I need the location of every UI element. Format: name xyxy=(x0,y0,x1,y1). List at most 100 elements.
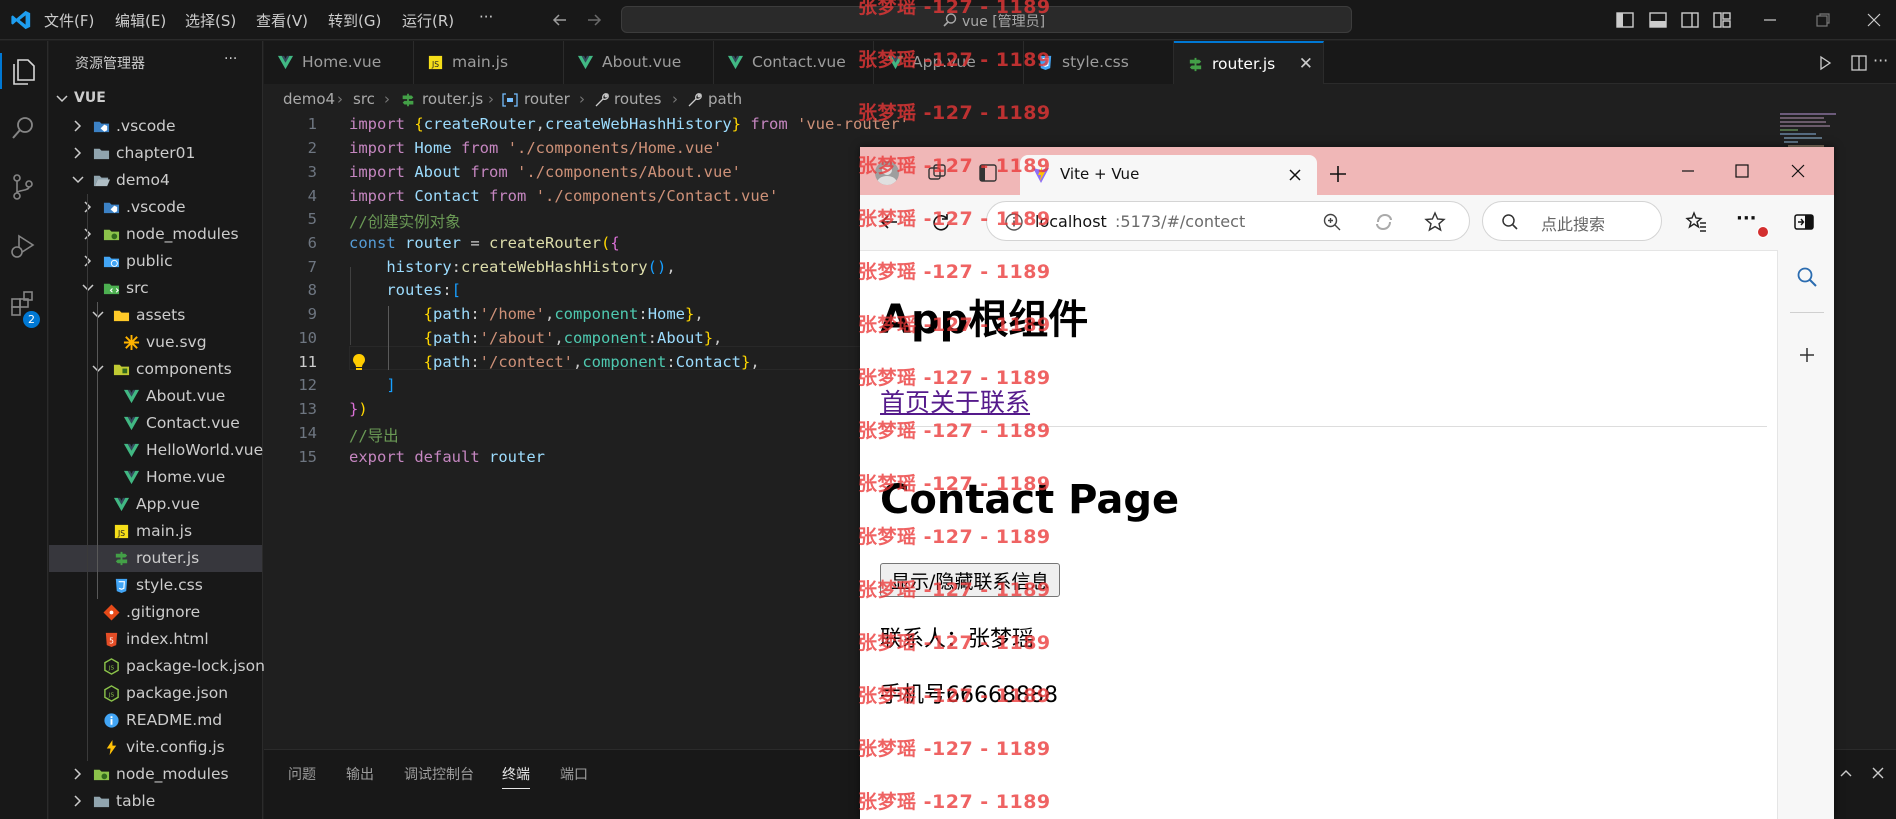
tab-router-js[interactable]: router.js ✕ xyxy=(1174,41,1324,84)
tree-item-gitignore[interactable]: .gitignore xyxy=(49,599,262,626)
customize-layout-icon[interactable] xyxy=(1712,10,1732,30)
favorite-star-icon[interactable] xyxy=(1424,211,1446,233)
tree-item-package-json[interactable]: JS package.json xyxy=(49,680,262,707)
favorites-icon[interactable] xyxy=(1685,211,1707,233)
menu-run[interactable]: 运行(R) xyxy=(402,10,454,31)
tree-item-root-node-modules[interactable]: node_modules xyxy=(49,761,262,788)
tree-item-vue-svg[interactable]: vue.svg xyxy=(49,329,262,356)
search-view-icon[interactable] xyxy=(8,113,38,143)
close-tab-icon[interactable] xyxy=(1288,168,1302,182)
menu-edit[interactable]: 编辑(E) xyxy=(115,10,166,31)
search-placeholder: 点此搜索 xyxy=(1541,215,1606,234)
tree-item-demo4[interactable]: demo4 xyxy=(49,167,262,194)
menu-view[interactable]: 查看(V) xyxy=(256,10,308,31)
svg-text:JS: JS xyxy=(108,665,115,671)
tree-item-chapter01[interactable]: chapter01 xyxy=(49,140,262,167)
tree-item-vite-config-js[interactable]: vite.config.js xyxy=(49,734,262,761)
panel-tab-problems[interactable]: 问题 xyxy=(288,764,316,784)
menu-file[interactable]: 文件(F) xyxy=(44,10,94,31)
vue-file-icon xyxy=(123,416,140,431)
menu-goto[interactable]: 转到(G) xyxy=(328,10,381,31)
panel-tab-terminal[interactable]: 终端 xyxy=(502,764,530,789)
html-file-icon: 5 xyxy=(105,632,118,648)
tree-item-vscode[interactable]: .vscode xyxy=(49,113,262,140)
split-editor-icon[interactable] xyxy=(1850,54,1868,72)
tree-item-home-vue[interactable]: Home.vue xyxy=(49,464,262,491)
watermark-text: 张梦瑶 -127 - 1189 xyxy=(858,791,1051,813)
toggle-panel-icon[interactable] xyxy=(1648,10,1668,30)
forward-arrow-icon[interactable] xyxy=(585,11,603,29)
menu-selection[interactable]: 选择(S) xyxy=(185,10,236,31)
tree-item-node-modules[interactable]: node_modules xyxy=(49,221,262,248)
tree-item-style-css[interactable]: style.css xyxy=(49,572,262,599)
tree-root-vue[interactable]: VUE xyxy=(49,86,262,113)
tree-item-table[interactable]: table xyxy=(49,788,262,815)
menu-more[interactable]: ··· xyxy=(479,8,493,26)
tree-item-main-js[interactable]: JS main.js xyxy=(49,518,262,545)
tree-item-public[interactable]: public xyxy=(49,248,262,275)
editor-more-icon[interactable]: ··· xyxy=(1873,51,1888,70)
browser-tab-active[interactable]: Vite + Vue xyxy=(1020,155,1317,195)
breadcrumb-router-js[interactable]: router.js xyxy=(422,90,483,108)
restore-icon[interactable] xyxy=(1815,12,1831,28)
tree-item-router-js[interactable]: router.js xyxy=(49,545,262,572)
tab-main-js[interactable]: JS main.js xyxy=(414,41,564,84)
maximize-icon[interactable] xyxy=(1734,163,1750,179)
tree-item-demo4-vscode[interactable]: .vscode xyxy=(49,194,262,221)
breadcrumb-separator: › xyxy=(672,90,678,108)
sidebar-toggle-icon[interactable] xyxy=(1793,211,1815,233)
zoom-icon[interactable] xyxy=(1322,212,1342,232)
search-icon[interactable] xyxy=(1796,266,1818,288)
close-window-icon[interactable] xyxy=(1790,163,1806,179)
run-file-icon[interactable] xyxy=(1817,55,1833,71)
back-arrow-icon[interactable] xyxy=(551,11,569,29)
browser-search-box[interactable]: 点此搜索 xyxy=(1482,201,1662,241)
read-aloud-icon[interactable] xyxy=(1374,212,1394,232)
code-line-8: routes:[ xyxy=(386,281,462,299)
close-tab-icon[interactable]: ✕ xyxy=(1299,54,1313,74)
line-number: 13 xyxy=(298,400,317,418)
breadcrumb-routes[interactable]: routes xyxy=(614,90,661,108)
toggle-primary-sidebar-icon[interactable] xyxy=(1615,10,1635,30)
source-control-icon[interactable] xyxy=(8,172,38,202)
breadcrumb-router[interactable]: router xyxy=(524,90,570,108)
tree-item-contact-vue[interactable]: Contact.vue xyxy=(49,410,262,437)
vue-file-icon xyxy=(123,443,140,458)
add-icon[interactable] xyxy=(1797,345,1817,365)
tree-item-readme-md[interactable]: README.md xyxy=(49,707,262,734)
run-debug-icon[interactable] xyxy=(8,230,38,260)
tree-item-about-vue[interactable]: About.vue xyxy=(49,383,262,410)
tree-item-app-vue[interactable]: App.vue xyxy=(49,491,262,518)
panel-tab-ports[interactable]: 端口 xyxy=(560,764,588,784)
tab-home-vue[interactable]: Home.vue xyxy=(264,41,414,84)
explorer-more-button[interactable]: ··· xyxy=(224,51,237,67)
tab-about-vue[interactable]: About.vue xyxy=(564,41,714,84)
node-folder-icon xyxy=(93,769,110,781)
settings-more-icon[interactable]: ··· xyxy=(1736,208,1757,229)
tab-contact-vue[interactable]: Contact.vue xyxy=(714,41,874,84)
code-line-4: import Contact from './components/Contac… xyxy=(349,187,779,205)
address-bar[interactable]: localhost :5173/#/contect xyxy=(986,201,1470,241)
tree-item-assets[interactable]: assets xyxy=(49,302,262,329)
explorer-icon[interactable] xyxy=(8,56,38,86)
breadcrumb-demo4[interactable]: demo4 xyxy=(283,90,335,108)
close-window-icon[interactable] xyxy=(1866,12,1882,28)
watermark-text: 张梦瑶 -127 - 1189 xyxy=(858,420,1051,442)
tree-item-index-html[interactable]: 5 index.html xyxy=(49,626,262,653)
css-file-icon xyxy=(115,578,128,594)
tree-item-src[interactable]: src xyxy=(49,275,262,302)
panel-tab-output[interactable]: 输出 xyxy=(346,764,374,784)
minimize-icon[interactable] xyxy=(1680,163,1696,179)
tree-item-package-lock-json[interactable]: JS package-lock.json xyxy=(49,653,265,680)
tree-item-helloworld-vue[interactable]: HelloWorld.vue xyxy=(49,437,263,464)
new-tab-icon[interactable] xyxy=(1328,164,1348,184)
close-panel-icon[interactable] xyxy=(1870,765,1886,781)
minimize-icon[interactable] xyxy=(1762,12,1778,28)
chevron-up-icon[interactable] xyxy=(1838,765,1854,781)
panel-tab-debug-console[interactable]: 调试控制台 xyxy=(404,764,474,784)
toggle-secondary-sidebar-icon[interactable] xyxy=(1680,10,1700,30)
tree-item-components[interactable]: components xyxy=(49,356,262,383)
explorer-title: 资源管理器 xyxy=(75,56,145,72)
breadcrumb-src[interactable]: src xyxy=(353,90,375,108)
breadcrumb-path[interactable]: path xyxy=(708,90,742,108)
